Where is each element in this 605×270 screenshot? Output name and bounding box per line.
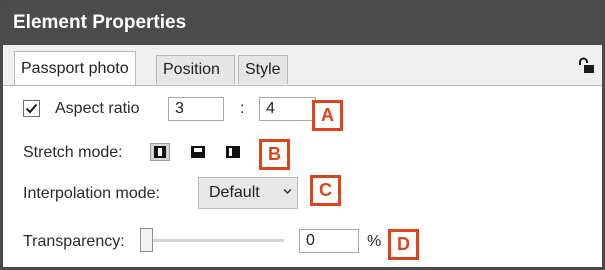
tab-label: Style: [245, 61, 281, 78]
annotation-marker-c: C: [310, 175, 341, 206]
annotation-marker-d: D: [388, 229, 419, 260]
lock-icon[interactable]: [577, 57, 595, 73]
tab-label: Position: [163, 61, 220, 78]
annotation-marker-b: B: [259, 139, 290, 170]
transparency-input[interactable]: 0: [299, 229, 359, 253]
aspect-ratio-checkbox[interactable]: [23, 100, 40, 117]
aspect-separator: :: [240, 100, 245, 117]
aspect-width-input[interactable]: 3: [168, 97, 224, 121]
checkmark-icon: [25, 103, 38, 114]
transparency-unit: %: [367, 233, 382, 250]
transparency-label: Transparency:: [23, 233, 125, 250]
element-properties-window: Element Properties Passport photo Positi…: [0, 0, 605, 270]
interpolation-mode-label: Interpolation mode:: [23, 185, 160, 202]
aspect-height-input[interactable]: 4: [259, 97, 316, 121]
tab-position[interactable]: Position: [156, 55, 235, 84]
panel-title: Element Properties: [13, 12, 187, 33]
title-bar: Element Properties: [3, 3, 602, 45]
stretch-mode-stretch-button[interactable]: [223, 143, 243, 161]
tab-passport-photo[interactable]: Passport photo: [14, 51, 136, 85]
interpolation-mode-value: Default: [209, 184, 260, 201]
stretch-stretch-icon: [226, 146, 240, 158]
stretch-mode-fill-button[interactable]: [188, 143, 208, 161]
stretch-mode-uniform-button[interactable]: [150, 143, 170, 161]
annotation-marker-a: A: [312, 100, 343, 131]
transparency-slider-thumb[interactable]: [140, 228, 153, 252]
aspect-ratio-label: Aspect ratio: [55, 100, 140, 117]
tab-style[interactable]: Style: [238, 55, 288, 84]
stretch-fill-icon: [191, 146, 205, 158]
tab-strip: Passport photo Position Style: [3, 45, 602, 86]
stretch-mode-label: Stretch mode:: [23, 144, 123, 161]
tab-label: Passport photo: [21, 60, 129, 77]
chevron-down-icon: [283, 188, 292, 195]
stretch-uniform-icon: [154, 146, 166, 158]
transparency-slider-track[interactable]: [143, 239, 284, 242]
